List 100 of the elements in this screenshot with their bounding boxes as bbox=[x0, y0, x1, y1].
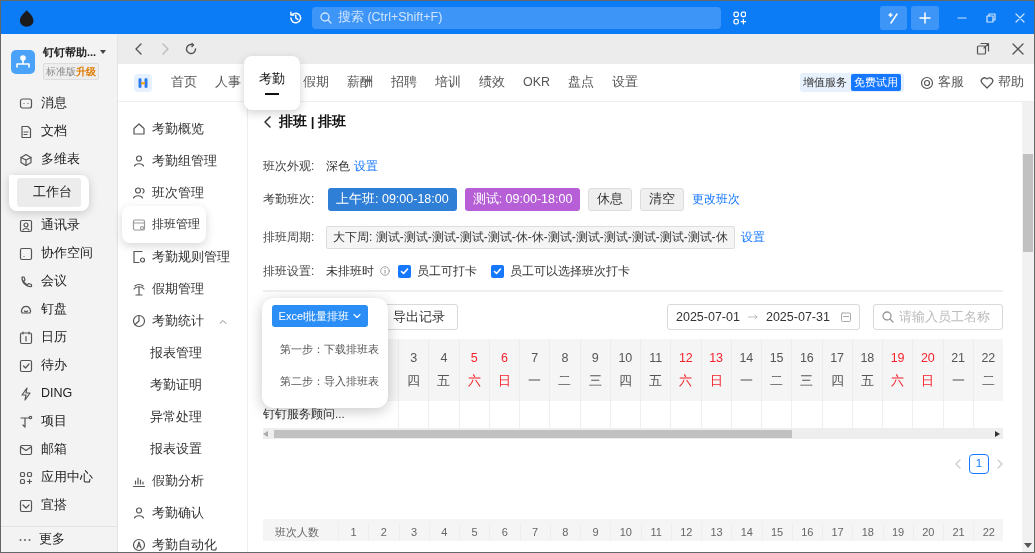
app-tab[interactable]: 设置 bbox=[612, 73, 639, 92]
history-icon[interactable] bbox=[288, 9, 304, 26]
shift-tag[interactable]: 休息 bbox=[588, 187, 633, 211]
scrollbar-thumb[interactable] bbox=[1023, 154, 1033, 252]
edit-button[interactable] bbox=[880, 5, 908, 30]
sidebar-item[interactable]: 邮箱 bbox=[1, 435, 117, 464]
back-icon[interactable] bbox=[263, 116, 271, 128]
shift-tag[interactable]: 测试: 09:00-18:00 bbox=[464, 187, 581, 211]
next-page-icon[interactable] bbox=[997, 459, 1003, 469]
day-number: 13 bbox=[710, 526, 723, 538]
app-tab[interactable]: 假期 bbox=[303, 73, 329, 92]
menu-item[interactable]: 第一步：下载排班表 bbox=[272, 333, 378, 365]
menu-item[interactable]: 考勤组管理 bbox=[118, 145, 247, 177]
org-name[interactable]: 钉钉帮助... bbox=[43, 44, 97, 61]
menu-item[interactable]: 报表管理 bbox=[118, 337, 247, 369]
horizontal-scrollbar[interactable] bbox=[263, 429, 1003, 439]
menu-item[interactable]: 第二步：导入排班表 bbox=[272, 365, 378, 397]
menu-item[interactable]: 班次管理 bbox=[118, 177, 247, 209]
day-number: 11 bbox=[650, 526, 662, 538]
menu-item[interactable]: 考勤概览 bbox=[118, 113, 247, 145]
sidebar-item[interactable]: 钉盘 bbox=[1, 295, 117, 324]
sidebar-item[interactable]: DING bbox=[1, 379, 117, 408]
sidebar-item[interactable]: 待办 bbox=[1, 351, 117, 380]
change-shift-link[interactable]: 更改班次 bbox=[692, 190, 741, 208]
header-link[interactable]: 客服 bbox=[920, 73, 964, 92]
chevron-up-icon[interactable] bbox=[219, 318, 227, 324]
menu-item[interactable]: 报表设置 bbox=[118, 433, 247, 465]
app-tab[interactable]: 绩效 bbox=[479, 73, 505, 92]
settings-link[interactable]: 设置 bbox=[354, 157, 378, 175]
headset-icon bbox=[920, 75, 934, 90]
page-button[interactable]: 1 bbox=[969, 454, 989, 474]
day-number: 9 bbox=[592, 526, 599, 538]
app-tab[interactable]: 考勤 bbox=[244, 55, 300, 110]
sidebar-item[interactable]: 通讯录 bbox=[1, 211, 117, 240]
vertical-scrollbar[interactable] bbox=[1022, 102, 1034, 552]
day-number: 2 bbox=[380, 526, 387, 538]
menu-item[interactable]: 排班管理 bbox=[122, 206, 206, 243]
menu-item[interactable]: 考勤确认 bbox=[118, 497, 247, 529]
more-button[interactable]: 更多 bbox=[1, 526, 117, 552]
user-icon bbox=[132, 506, 146, 520]
weekday-label: 日 bbox=[709, 373, 723, 390]
sidebar-item[interactable]: 应用中心 bbox=[1, 463, 117, 492]
app-tab[interactable]: 首页 bbox=[171, 73, 197, 92]
menu-item[interactable]: 异常处理 bbox=[118, 401, 247, 433]
weekday-label: 二 bbox=[770, 373, 784, 390]
scroll-left-icon bbox=[263, 431, 268, 437]
menu-item[interactable]: 考勤统计 bbox=[118, 305, 247, 337]
sidebar-item[interactable]: 项目 bbox=[1, 407, 117, 436]
app-tab[interactable]: 薪酬 bbox=[347, 73, 373, 92]
checkbox[interactable] bbox=[491, 264, 504, 278]
app-tab[interactable]: 招聘 bbox=[391, 73, 417, 92]
shift-tag[interactable]: 上午班: 09:00-18:00 bbox=[328, 187, 457, 211]
settings-link[interactable]: 设置 bbox=[740, 228, 765, 246]
menu-item[interactable]: 考勤自动化 bbox=[118, 529, 247, 552]
date-range-field[interactable]: 2025-07-01 2025-07-31 bbox=[667, 304, 860, 330]
mail-icon bbox=[19, 442, 33, 457]
sidebar-item[interactable]: 日历 bbox=[1, 323, 117, 352]
value-added-badge[interactable]: 增值服务 免费试用 bbox=[800, 73, 904, 92]
weekday-label: 四 bbox=[407, 373, 421, 390]
schedule-icon bbox=[132, 217, 146, 232]
apps-icon[interactable] bbox=[732, 10, 747, 25]
popout-icon[interactable] bbox=[976, 42, 990, 56]
day-number: 18 bbox=[861, 526, 874, 538]
sidebar-item[interactable]: 工作台 bbox=[9, 174, 89, 211]
users-icon bbox=[132, 186, 146, 200]
menu-item[interactable]: 假勤分析 bbox=[118, 465, 247, 497]
app-tab[interactable]: 盘点 bbox=[568, 73, 595, 92]
day-number: 7 bbox=[531, 350, 539, 368]
app-tab[interactable]: 培训 bbox=[435, 73, 461, 92]
sidebar-item[interactable]: 文档 bbox=[1, 117, 117, 146]
sidebar-item[interactable]: 会议 bbox=[1, 267, 117, 296]
day-number: 16 bbox=[801, 526, 814, 538]
day-number: 17 bbox=[831, 526, 844, 538]
app-tab[interactable]: OKR bbox=[523, 73, 551, 92]
more-icon bbox=[19, 537, 31, 542]
menu-item[interactable]: 考勤规则管理 bbox=[118, 241, 247, 273]
day-number: 22 bbox=[982, 526, 995, 538]
day-number: 20 bbox=[920, 350, 935, 368]
search-icon bbox=[882, 311, 894, 323]
checkbox[interactable] bbox=[398, 264, 411, 278]
day-number: 11 bbox=[649, 350, 663, 368]
previous-page-icon[interactable] bbox=[955, 459, 961, 469]
caret-icon[interactable] bbox=[100, 50, 107, 55]
shift-tag[interactable]: 清空 bbox=[640, 187, 685, 211]
menu-item[interactable]: 假期管理 bbox=[118, 273, 247, 305]
sidebar-item[interactable]: 多维表 bbox=[1, 145, 117, 174]
menu-item[interactable]: 考勤证明 bbox=[118, 369, 247, 401]
sidebar-item[interactable]: 协作空间 bbox=[1, 239, 117, 268]
sidebar-item[interactable]: 消息 bbox=[1, 89, 117, 118]
check-icon bbox=[493, 266, 502, 276]
scrollbar-thumb[interactable] bbox=[274, 430, 792, 438]
add-button[interactable] bbox=[911, 5, 939, 30]
cycle-field[interactable]: 大下周: 测试-测试-测试-测试-测试-休-休-测试-测试-测试-测试-测试-测试-休 bbox=[326, 225, 735, 249]
app-tab[interactable]: 人事 bbox=[215, 73, 241, 92]
employee-name: 钉钉服务顾问... bbox=[263, 406, 345, 422]
close-icon[interactable] bbox=[1012, 43, 1024, 55]
day-number: 14 bbox=[739, 350, 754, 368]
refresh-button[interactable] bbox=[184, 42, 198, 56]
sidebar-item[interactable]: 宜搭 bbox=[1, 491, 117, 520]
header-link[interactable]: 帮助 bbox=[980, 73, 1024, 92]
